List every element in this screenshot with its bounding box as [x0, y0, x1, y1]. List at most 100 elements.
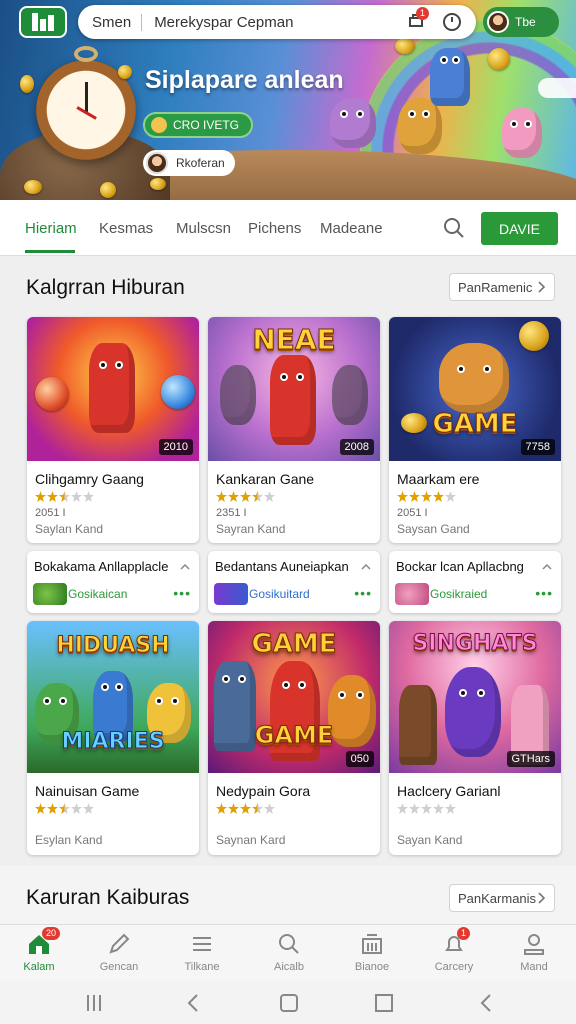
bell-icon: 1 [441, 927, 471, 957]
more-options-icon[interactable]: ••• [354, 585, 372, 601]
coin-icon [151, 117, 167, 133]
star-icon [71, 491, 82, 502]
star-icon [216, 803, 227, 814]
nav-library[interactable]: Bianoe [336, 931, 408, 973]
game-card[interactable]: GAME 7758 Maarkam ere 2051 I Saysan Gand [389, 317, 561, 543]
see-more-button[interactable]: PanRamenic [449, 273, 555, 301]
game-card[interactable]: HIDUASH MIARIES Nainuisan Game Esylan Ka… [27, 621, 199, 855]
back-icon[interactable] [476, 992, 498, 1014]
tab-4[interactable]: Madeane [320, 220, 383, 237]
hero-cta-button[interactable]: CRO IVETG [143, 112, 254, 138]
chevron-up-icon[interactable] [179, 561, 191, 573]
hero-banner[interactable]: Smen Merekyspar Cepman 1 Tbe Siplapare a… [0, 0, 576, 200]
star-icon [252, 491, 263, 502]
app-mini-logo-text: Gosikuitard [249, 587, 310, 601]
nav-profile[interactable]: Mand [498, 931, 570, 973]
chevron-up-icon[interactable] [360, 561, 372, 573]
profile-label: Tbe [515, 15, 536, 29]
game-card[interactable]: SINGHATS GTHars Haclcery Garianl Sayan K… [389, 621, 561, 855]
more-options-icon[interactable]: ••• [173, 585, 191, 601]
game-card[interactable]: 2010 Clihgamry Gaang 2051 I Saylan Kand [27, 317, 199, 543]
chevron-right-icon [538, 892, 546, 904]
game-logo-word: GAME [432, 409, 518, 440]
hero-cta-label: CRO IVETG [173, 118, 240, 132]
more-options-icon[interactable]: ••• [535, 585, 553, 601]
game-logo-word: SINGHATS [412, 631, 538, 657]
recent-apps-icon[interactable] [83, 992, 105, 1014]
game-title: Nedypain Gora [216, 783, 311, 799]
game-card[interactable]: GAME GAME 050 Nedypain Gora Saynan Kard [208, 621, 380, 855]
star-icon [59, 491, 70, 502]
rating-stars [35, 491, 199, 503]
star-icon [445, 803, 456, 814]
back-icon[interactable] [183, 992, 205, 1014]
star-icon [409, 803, 420, 814]
tab-1[interactable]: Kesmas [99, 220, 153, 237]
tab-3[interactable]: Pichens [248, 220, 301, 237]
app-mini-card[interactable]: Bedantans Auneiapkan Gosikuitard ••• [208, 551, 380, 613]
home-button-icon[interactable] [278, 992, 300, 1014]
pink-bear-character [502, 108, 542, 158]
star-icon [433, 491, 444, 502]
cloud-decoration [538, 78, 576, 98]
app-mini-title: Bokakama Anllapplacle [34, 559, 169, 574]
search-bar[interactable]: Smen Merekyspar Cepman 1 [78, 5, 476, 39]
search-scope-label[interactable]: Smen [88, 13, 143, 31]
section-title: Karuran Kaiburas [26, 886, 190, 909]
game-subtitle: Saylan Kand [35, 522, 104, 536]
nav-home[interactable]: 20 Kalam [3, 927, 75, 973]
app-mini-card[interactable]: Bokakama Anllapplacle Gosikaican ••• [27, 551, 199, 613]
hero-user-chip[interactable]: Rkoferan [143, 150, 235, 176]
app-logo-button[interactable] [19, 6, 67, 38]
game-subtitle: Saynan Kard [216, 833, 286, 847]
boy-character [430, 48, 470, 106]
nav-notifications[interactable]: 1 Carcery [418, 927, 490, 973]
game-title: Clihgamry Gaang [35, 471, 144, 487]
game-subtitle: Saysan Gand [397, 522, 470, 536]
tab-2[interactable]: Mulscsn [176, 220, 231, 237]
app-mini-title: Bedantans Auneiapkan [215, 559, 349, 574]
section-title: Kalgrran Hiburan [26, 276, 185, 299]
star-icon [421, 803, 432, 814]
star-icon [409, 491, 420, 502]
overview-icon[interactable] [373, 992, 395, 1014]
coin-decoration [100, 182, 116, 198]
game-thumbnail: GAME 7758 [389, 317, 561, 461]
game-tag: 050 [345, 751, 374, 767]
star-icon [240, 491, 251, 502]
star-icon [216, 491, 227, 502]
app-mini-card[interactable]: Bockar lcan Apllacbng Gosikraied ••• [389, 551, 561, 613]
game-thumbnail: NEAE 2008 [208, 317, 380, 461]
search-input[interactable]: Merekyspar Cepman [142, 14, 394, 31]
star-icon [228, 491, 239, 502]
game-card[interactable]: NEAE 2008 Kankaran Gane 2351 I Sayran Ka… [208, 317, 380, 543]
see-more-label: PanKarmanis [458, 890, 537, 906]
star-icon [397, 803, 408, 814]
tab-0[interactable]: Hieriam [25, 220, 77, 237]
coin-decoration [150, 178, 166, 190]
avatar [487, 11, 509, 33]
nav-search[interactable]: Aicalb [253, 931, 325, 973]
app-logo-icon [33, 583, 67, 605]
nav-list[interactable]: Tilkane [166, 931, 238, 973]
tab-action-button[interactable]: DAVIE [481, 212, 558, 245]
nav-badge: 20 [42, 927, 61, 940]
chevron-up-icon[interactable] [541, 561, 553, 573]
nav-label: Tilkane [184, 961, 220, 973]
search-icon[interactable] [442, 216, 466, 240]
game-title: Maarkam ere [397, 471, 480, 487]
game-thumbnail: GAME GAME 050 [208, 621, 380, 773]
coin-decoration [118, 65, 132, 79]
library-icon [359, 931, 385, 957]
profile-chip[interactable]: Tbe [483, 7, 559, 37]
nav-badge: 1 [457, 927, 471, 940]
game-thumbnail: HIDUASH MIARIES [27, 621, 199, 773]
game-meta: 2351 I [216, 507, 247, 519]
star-icon [35, 803, 46, 814]
chevron-right-icon [538, 281, 546, 293]
nav-games[interactable]: Gencan [83, 931, 155, 973]
notification-icon[interactable]: 1 [404, 7, 430, 35]
nav-label: Bianoe [354, 961, 390, 973]
timer-icon[interactable] [440, 9, 466, 35]
see-more-button[interactable]: PanKarmanis [449, 884, 555, 912]
